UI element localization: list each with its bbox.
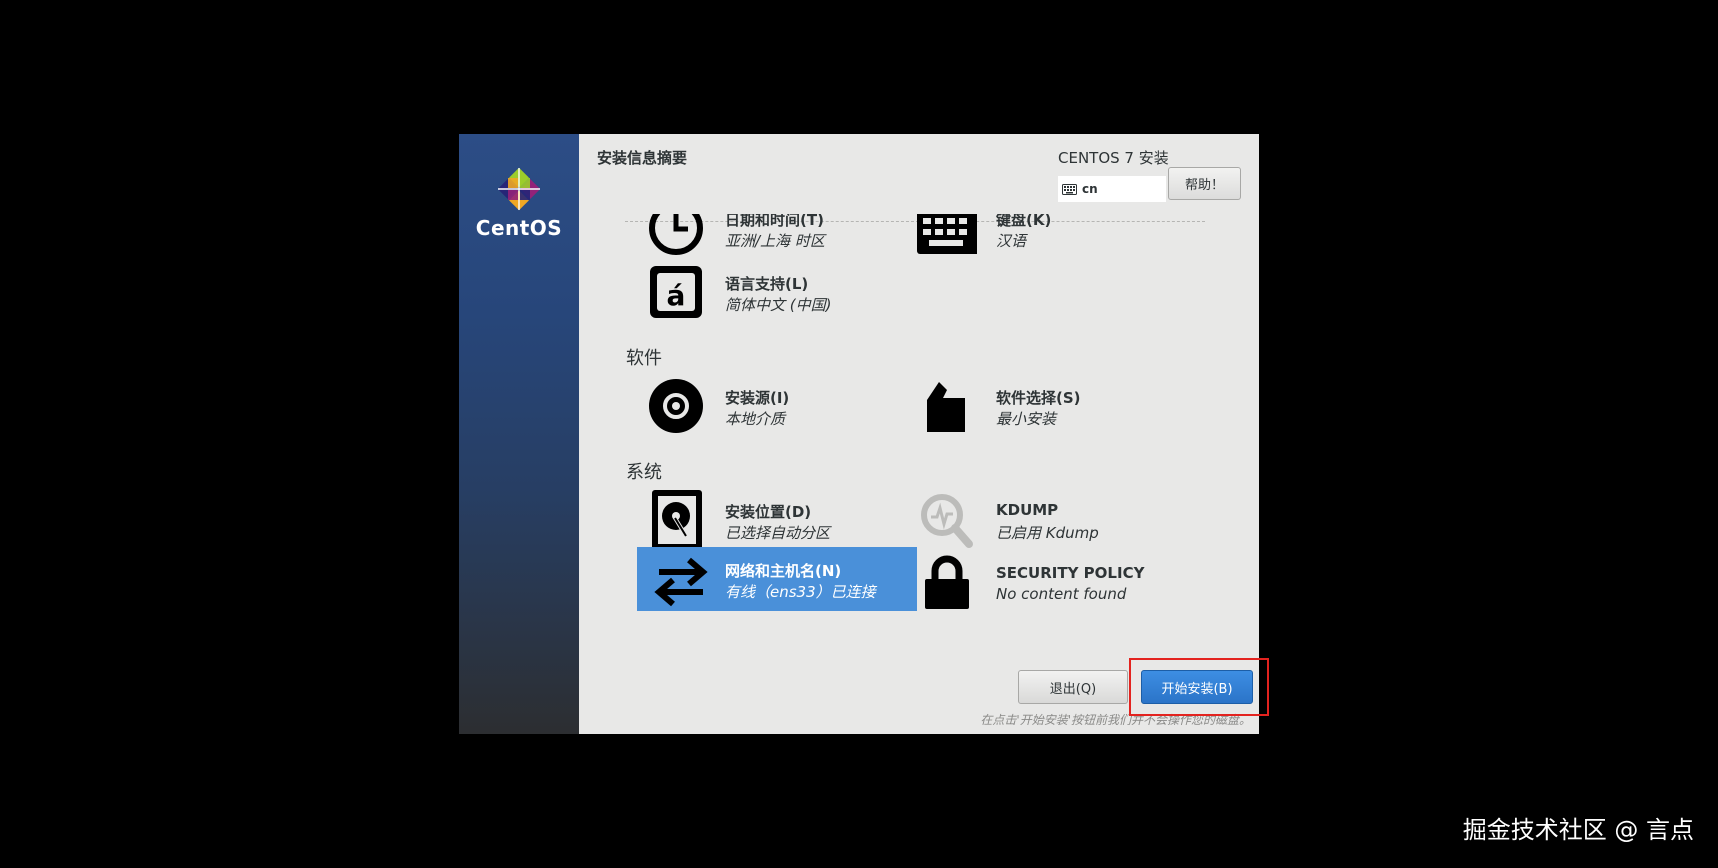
spoke-scroll-area[interactable]: 日期和时间(T) 亚洲/上海 时区 键盘(K) 汉语 á 语言支持(L) 简体中… (579, 214, 1259, 649)
spoke-status: No content found (996, 585, 1127, 603)
spoke-status: 汉语 (996, 232, 1027, 250)
centos-logo: CentOS (459, 166, 579, 240)
spoke-status: 已选择自动分区 (725, 524, 831, 542)
spoke-status: 已启用 Kdump (996, 524, 1099, 542)
highlight-annotation-box (1129, 658, 1269, 716)
disc-icon (649, 379, 703, 433)
product-title: CENTOS 7 安装 (1058, 149, 1169, 167)
spoke-title: 安装位置(D) (725, 503, 812, 521)
spoke-title: 日期和时间(T) (725, 214, 824, 229)
spoke-title: 软件选择(S) (996, 389, 1081, 407)
watermark: 掘金技术社区 @ 言点 (1462, 816, 1694, 844)
spoke-status: 本地介质 (725, 410, 786, 428)
spoke-title: KDUMP (996, 501, 1059, 519)
language-icon: á (650, 266, 702, 318)
spoke-title: 网络和主机名(N) (725, 562, 842, 580)
logo-text: CentOS (475, 216, 563, 240)
spoke-title: SECURITY POLICY (996, 564, 1145, 582)
spoke-network-hostname[interactable]: 网络和主机名(N) 有线（ens33）已连接 (637, 547, 917, 611)
kdump-search-icon (921, 494, 973, 548)
spoke-title: 安装源(I) (725, 389, 790, 407)
quit-button[interactable]: 退出(Q) (1018, 670, 1128, 704)
section-label-software: 软件 (626, 348, 662, 369)
spoke-status: 有线（ens33）已连接 (725, 583, 876, 601)
spoke-status: 简体中文 (中国) (725, 296, 832, 314)
section-label-system: 系统 (626, 462, 662, 483)
spoke-datetime[interactable]: 日期和时间(T) 亚洲/上海 时区 (632, 214, 912, 260)
spoke-language[interactable]: á 语言支持(L) 简体中文 (中国) (632, 260, 912, 324)
package-icon (927, 382, 965, 432)
spoke-status: 亚洲/上海 时区 (725, 232, 825, 250)
keyboard-icon (917, 214, 977, 254)
page-title: 安装信息摘要 (597, 149, 688, 167)
spoke-software-selection[interactable]: 软件选择(S) 最小安装 (903, 374, 1183, 438)
spoke-status: 最小安装 (996, 410, 1057, 428)
clock-icon (649, 214, 703, 255)
spoke-installation-destination[interactable]: 安装位置(D) 已选择自动分区 (632, 488, 912, 552)
spoke-title: 键盘(K) (996, 214, 1052, 229)
keyboard-small-icon (1062, 183, 1077, 195)
svg-text:á: á (667, 279, 686, 312)
keyboard-layout-indicator[interactable]: cn (1058, 176, 1166, 202)
network-arrows-icon (654, 557, 708, 607)
spoke-security-policy[interactable]: SECURITY POLICY No content found (903, 551, 1183, 615)
centos-logo-icon (497, 167, 541, 211)
spoke-title: 语言支持(L) (725, 275, 809, 293)
help-button[interactable]: 帮助！ (1168, 167, 1241, 200)
keyboard-layout-label: cn (1082, 182, 1098, 196)
main-content: 安装信息摘要 CENTOS 7 安装 cn 帮助！ 日期和时间(T) 亚洲/上海… (579, 134, 1259, 734)
spoke-kdump[interactable]: KDUMP 已启用 Kdump (903, 488, 1183, 552)
sidebar: CentOS (459, 134, 579, 734)
screen: CentOS 安装信息摘要 CENTOS 7 安装 cn 帮助！ 日期和时间(T… (0, 0, 1718, 868)
installer-window: CentOS 安装信息摘要 CENTOS 7 安装 cn 帮助！ 日期和时间(T… (459, 134, 1259, 734)
harddisk-icon (652, 490, 702, 550)
spoke-keyboard[interactable]: 键盘(K) 汉语 (903, 214, 1183, 260)
lock-icon (925, 555, 969, 609)
spoke-installation-source[interactable]: 安装源(I) 本地介质 (632, 374, 912, 438)
